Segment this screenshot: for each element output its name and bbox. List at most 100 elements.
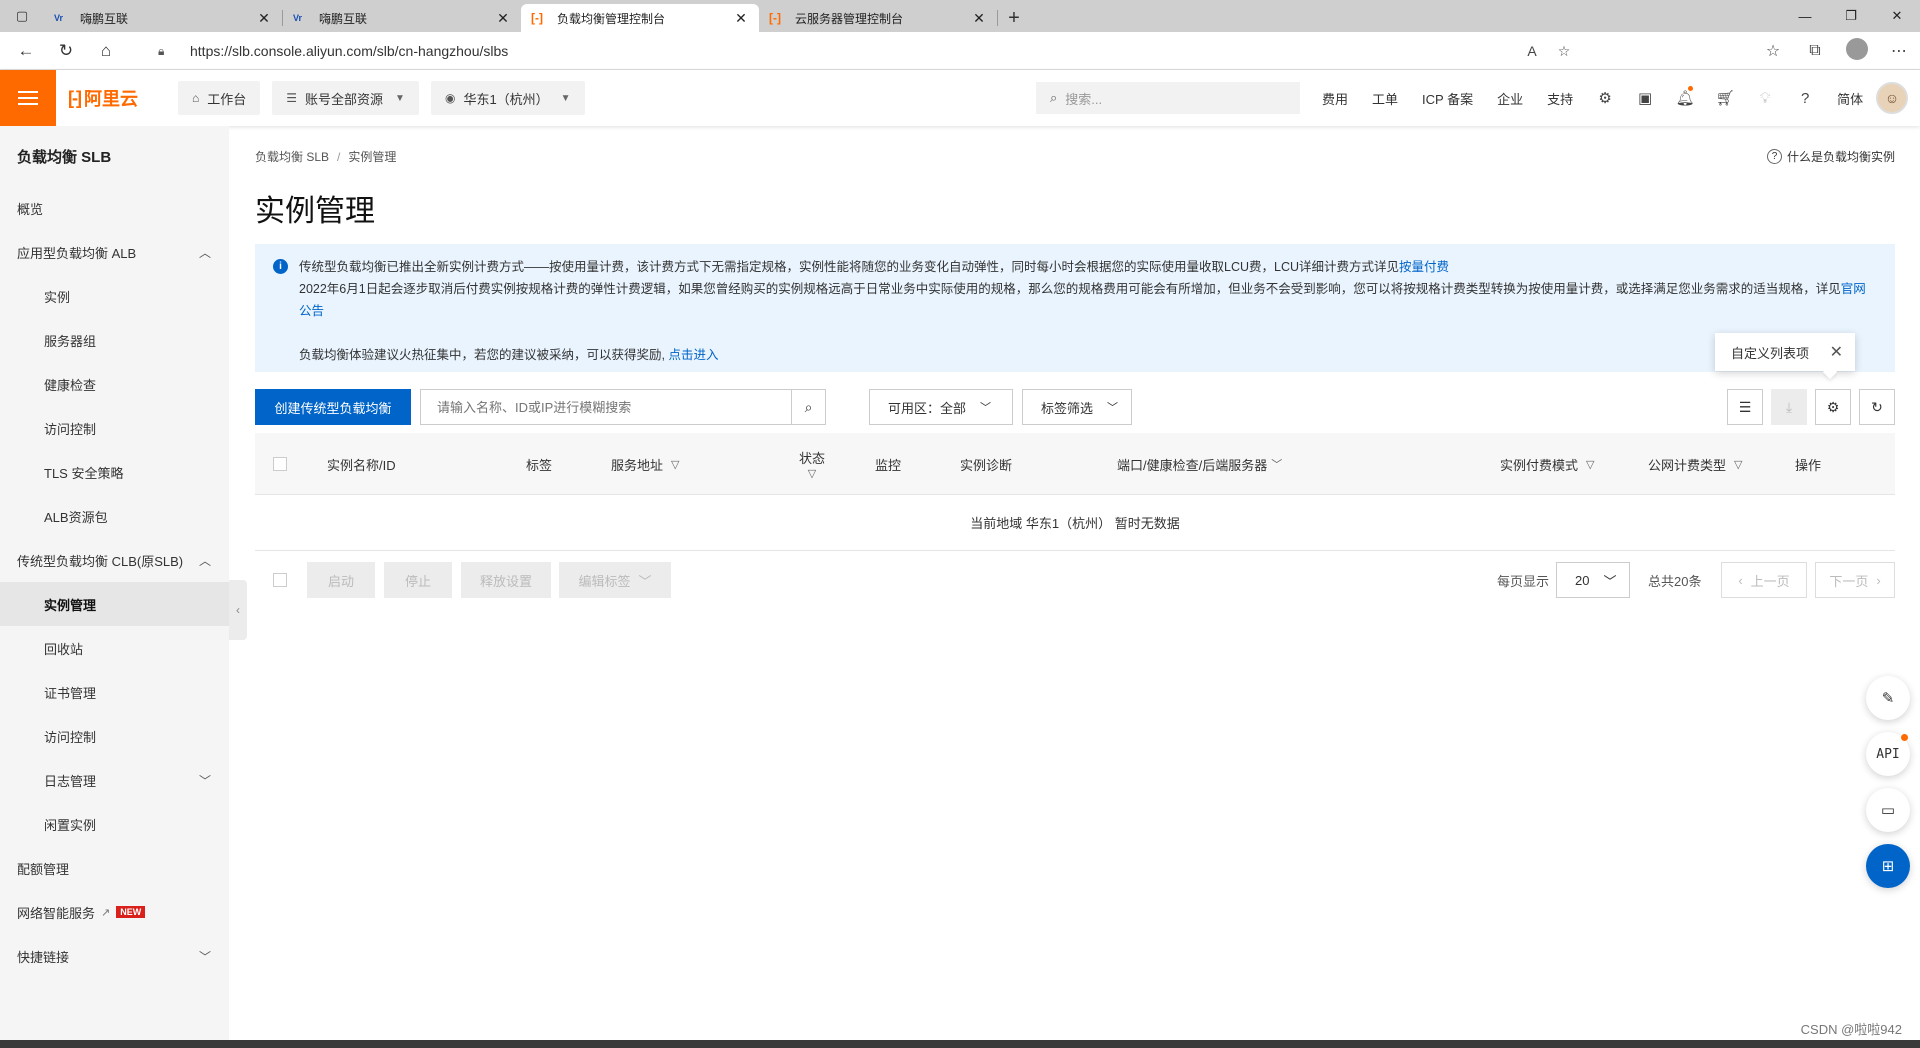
- sidebar-item-quick-links[interactable]: 快捷链接 ﹀: [0, 934, 229, 978]
- stop-button[interactable]: 停止: [384, 562, 452, 598]
- new-tab-icon[interactable]: +: [998, 4, 1030, 32]
- sidebar-item-tls-policy[interactable]: TLS 安全策略: [0, 450, 229, 494]
- browser-tab-4[interactable]: [-] 云服务器管理控制台 ✕: [759, 4, 997, 32]
- sidebar-item-alb-acl[interactable]: 访问控制: [0, 406, 229, 450]
- sidebar-item-server-groups[interactable]: 服务器组: [0, 318, 229, 362]
- header-link-icp[interactable]: ICP 备案: [1410, 89, 1485, 108]
- table-header: 实例名称/ID 标签 服务地址 ▽ 状态 ▽ 监控 实例诊断 端口/健康检查/后端服…: [255, 433, 1895, 495]
- zone-select[interactable]: 可用区：全部 ﹀: [869, 389, 1013, 425]
- aliyun-logo[interactable]: [-] 阿里云: [56, 85, 166, 111]
- prev-page-button[interactable]: ‹ 上一页: [1721, 562, 1807, 598]
- browser-tab-1[interactable]: Vr 嗨鹏互联 ✕: [44, 4, 282, 32]
- refresh-icon[interactable]: ↻: [1859, 389, 1895, 425]
- tag-filter-select[interactable]: 标签筛选 ﹀: [1022, 389, 1132, 425]
- resource-icon: ☰: [286, 91, 298, 105]
- filter-icon[interactable]: ▽: [1734, 458, 1742, 471]
- footer-select-checkbox[interactable]: [273, 573, 287, 590]
- url-field[interactable]: 🔒︎ https://slb.console.aliyun.com/slb/cn…: [146, 36, 1656, 66]
- select-all-checkbox[interactable]: [273, 433, 287, 495]
- header-link-fees[interactable]: 费用: [1310, 89, 1360, 108]
- close-icon[interactable]: ✕: [971, 10, 987, 27]
- resources-dropdown[interactable]: ☰ 账号全部资源 ▼: [272, 81, 419, 115]
- header-link-enterprise[interactable]: 企业: [1485, 89, 1535, 108]
- link-feedback[interactable]: 点击进入: [668, 348, 718, 362]
- region-dropdown[interactable]: ◉ 华东1（杭州） ▼: [430, 81, 585, 115]
- sidebar-group-clb[interactable]: 传统型负载均衡 CLB(原SLB) ︿: [0, 538, 229, 582]
- browser-tab-3[interactable]: [-] 负载均衡管理控制台 ✕: [521, 4, 759, 32]
- sidebar-item-quota[interactable]: 配额管理: [0, 846, 229, 890]
- terminal-icon[interactable]: ▣: [1625, 89, 1665, 107]
- cart-icon[interactable]: 🛒︎: [1705, 89, 1745, 107]
- api-icon[interactable]: API: [1866, 732, 1910, 776]
- download-icon[interactable]: ⤓: [1771, 389, 1807, 425]
- filter-icon[interactable]: ▽: [671, 458, 679, 471]
- list-view-icon[interactable]: ☰: [1727, 389, 1763, 425]
- edit-icon[interactable]: ✎: [1866, 676, 1910, 720]
- profile-icon[interactable]: [1836, 37, 1878, 65]
- sidebar-item-alb-instances[interactable]: 实例: [0, 274, 229, 318]
- favorites-icon[interactable]: ☆: [1752, 41, 1794, 61]
- browser-tab-2[interactable]: Vr 嗨鹏互联 ✕: [283, 4, 521, 32]
- header-search-input[interactable]: ⌕ 搜索...: [1036, 82, 1300, 114]
- chevron-down-icon[interactable]: ﹀: [1271, 456, 1282, 472]
- instance-search-input[interactable]: [421, 390, 791, 424]
- settings-icon[interactable]: ⚙: [1815, 389, 1851, 425]
- add-favorite-icon[interactable]: ☆: [1548, 43, 1580, 60]
- sidebar-item-certificates[interactable]: 证书管理: [0, 670, 229, 714]
- sidebar-item-overview[interactable]: 概览: [0, 186, 229, 230]
- sidebar-item-idle-instances[interactable]: 闲置实例: [0, 802, 229, 846]
- home-icon[interactable]: ⌂: [86, 32, 126, 70]
- more-icon[interactable]: ⋯: [1878, 41, 1920, 61]
- close-icon[interactable]: ✕: [495, 10, 511, 27]
- per-page-select[interactable]: 20 ﹀: [1556, 562, 1630, 598]
- next-page-button[interactable]: 下一页 ›: [1815, 562, 1895, 598]
- location-icon: ◉: [444, 91, 456, 105]
- edit-tags-button[interactable]: 编辑标签 ﹀: [559, 562, 671, 598]
- refresh-icon[interactable]: ↻: [46, 32, 86, 70]
- bell-icon[interactable]: 🔔︎: [1665, 86, 1705, 107]
- browser-toolbar: ☆ ⧉ ⋯: [1752, 36, 1920, 66]
- header-link-support[interactable]: 支持: [1535, 89, 1585, 108]
- sidebar-item-clb-acl[interactable]: 访问控制: [0, 714, 229, 758]
- external-link-icon: ↗: [101, 906, 111, 919]
- close-icon[interactable]: ✕: [256, 10, 272, 27]
- filter-icon[interactable]: ▽: [1586, 458, 1594, 471]
- user-avatar[interactable]: ☺: [1876, 82, 1908, 114]
- restore-icon[interactable]: ❐: [1828, 0, 1874, 32]
- close-icon[interactable]: ✕: [1830, 342, 1843, 362]
- chat-icon[interactable]: ▭: [1866, 788, 1910, 832]
- close-icon[interactable]: ✕: [733, 10, 749, 27]
- breadcrumb-item-slb[interactable]: 负载均衡 SLB: [255, 150, 329, 164]
- bulb-icon[interactable]: 💡︎: [1745, 90, 1785, 107]
- sidebar-item-logs[interactable]: 日志管理 ﹀: [0, 758, 229, 802]
- list-toolbar: 创建传统型负载均衡 ⌕ 可用区：全部 ﹀ 标签筛选 ﹀ ☰ ⤓ ⚙ ↻: [255, 389, 1895, 425]
- sidebar-collapse-handle[interactable]: ‹: [229, 580, 247, 640]
- search-icon[interactable]: ⌕: [791, 390, 825, 424]
- header-link-tickets[interactable]: 工单: [1360, 89, 1410, 108]
- column-service-address: 服务地址 ▽: [611, 457, 680, 473]
- help-link[interactable]: ? 什么是负载均衡实例: [1766, 148, 1895, 165]
- collections-icon[interactable]: ⧉: [1794, 42, 1836, 60]
- sidebar-item-instance-management[interactable]: 实例管理: [0, 582, 229, 626]
- workbench-button[interactable]: ⌂ 工作台: [178, 81, 261, 115]
- sidebar-group-alb[interactable]: 应用型负载均衡 ALB ︿: [0, 230, 229, 274]
- menu-icon[interactable]: [0, 70, 56, 126]
- close-window-icon[interactable]: ✕: [1874, 0, 1920, 32]
- language-switch[interactable]: 简体: [1825, 89, 1875, 108]
- read-aloud-icon[interactable]: A: [1516, 43, 1548, 59]
- tab-actions-icon[interactable]: ▢: [0, 0, 44, 32]
- link-pay-as-you-go[interactable]: 按量付费: [1399, 260, 1449, 274]
- sidebar-item-network-intelligence[interactable]: 网络智能服务 ↗ NEW: [0, 890, 229, 934]
- back-icon[interactable]: ←: [6, 32, 46, 70]
- sidebar-item-recycle-bin[interactable]: 回收站: [0, 626, 229, 670]
- devtools-icon[interactable]: ⚙: [1585, 89, 1625, 107]
- sidebar-item-alb-package[interactable]: ALB资源包: [0, 494, 229, 538]
- help-icon[interactable]: ?: [1785, 90, 1825, 107]
- minimize-icon[interactable]: —: [1782, 0, 1828, 32]
- filter-icon[interactable]: ▽: [808, 467, 816, 480]
- apps-icon[interactable]: ⊞: [1866, 844, 1910, 888]
- start-button[interactable]: 启动: [307, 562, 375, 598]
- release-settings-button[interactable]: 释放设置: [461, 562, 551, 598]
- create-clb-button[interactable]: 创建传统型负载均衡: [255, 389, 411, 425]
- sidebar-item-health-check[interactable]: 健康检查: [0, 362, 229, 406]
